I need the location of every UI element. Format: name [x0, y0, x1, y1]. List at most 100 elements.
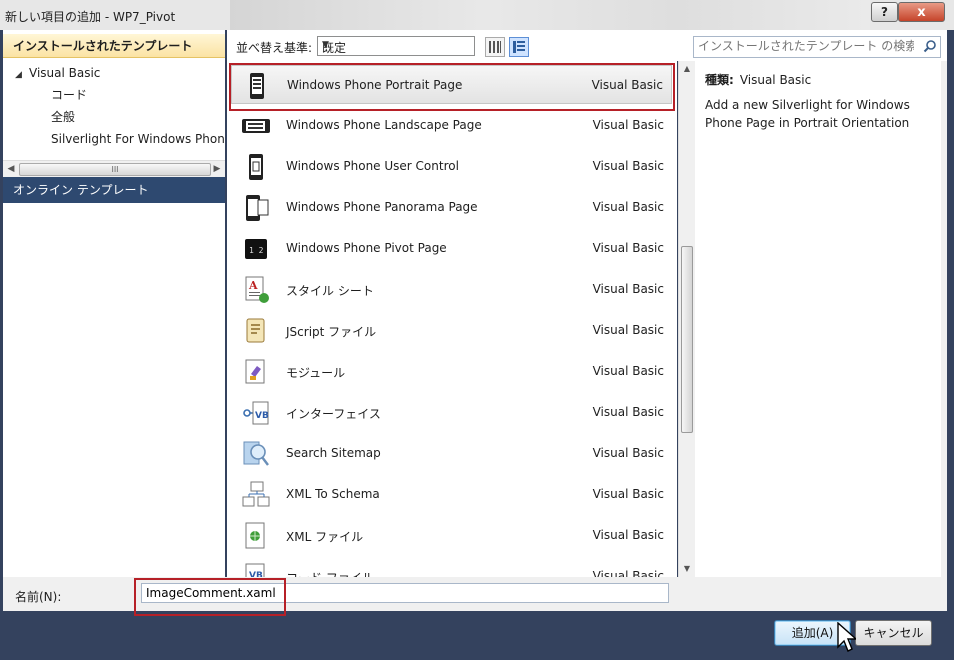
xml-to-schema-icon — [242, 481, 270, 507]
template-name: Windows Phone User Control — [286, 159, 459, 173]
template-row-xml-file[interactable]: XML ファイル Visual Basic — [231, 516, 672, 555]
template-search-box[interactable] — [693, 36, 941, 58]
module-icon — [245, 359, 265, 384]
template-kind: 種類: Visual Basic — [705, 71, 811, 88]
template-name: XML To Schema — [286, 487, 380, 501]
template-language: Visual Basic — [592, 405, 664, 419]
template-details-pane: 種類: Visual Basic Add a new Silverlight fo… — [695, 61, 941, 577]
code-file-icon: VB — [245, 563, 265, 577]
template-language: Visual Basic — [592, 487, 664, 501]
phone-portrait-icon — [250, 73, 264, 99]
template-toolbar: 並べ替え基準: 既定 ▼ — [227, 30, 947, 61]
template-name: コード ファイル — [286, 569, 374, 577]
scroll-left-icon[interactable]: ◀ — [3, 161, 19, 177]
template-language: Visual Basic — [592, 323, 664, 337]
template-language: Visual Basic — [592, 159, 664, 173]
tree-item-silverlight-phone[interactable]: Silverlight For Windows Phone — [3, 128, 225, 150]
scroll-right-icon[interactable]: ▶ — [209, 161, 225, 177]
name-input[interactable] — [141, 583, 669, 603]
online-templates-header[interactable]: オンライン テンプレート — [3, 177, 225, 203]
phone-user-control-icon — [249, 154, 263, 180]
template-language: Visual Basic — [592, 528, 664, 542]
template-name: JScript ファイル — [286, 325, 377, 339]
template-row-code-file[interactable]: VB コード ファイル Visual Basic — [231, 557, 672, 577]
template-row-panorama-page[interactable]: Windows Phone Panorama Page Visual Basic — [231, 188, 672, 227]
scroll-up-icon[interactable]: ▲ — [679, 61, 695, 77]
sort-label: 並べ替え基準: — [236, 41, 313, 55]
category-tree: ◢ Visual Basic コード 全般 Silverlight For Win… — [3, 62, 225, 150]
template-row-module[interactable]: モジュール Visual Basic — [231, 352, 672, 391]
scroll-down-icon[interactable]: ▼ — [679, 561, 695, 577]
window-title: 新しい項目の追加 - WP7_Pivot — [5, 10, 176, 24]
template-row-stylesheet[interactable]: A スタイル シート Visual Basic — [231, 270, 672, 309]
list-view-button[interactable] — [509, 37, 529, 57]
template-name: モジュール — [286, 366, 346, 380]
svg-text:A: A — [248, 279, 258, 292]
svg-text:VB: VB — [255, 411, 269, 421]
online-templates-area — [3, 203, 225, 577]
template-name: Windows Phone Landscape Page — [286, 118, 482, 132]
grid-view-icon — [489, 41, 501, 53]
template-language: Visual Basic — [592, 241, 664, 255]
collapse-arrow-icon[interactable]: ◢ — [15, 64, 29, 84]
title-bar[interactable]: 新しい項目の追加 - WP7_Pivot ? x — [0, 0, 954, 30]
template-row-user-control[interactable]: Windows Phone User Control Visual Basic — [231, 147, 672, 186]
tree-item-code[interactable]: コード — [3, 84, 225, 106]
tree-item-visual-basic[interactable]: ◢ Visual Basic — [3, 62, 225, 84]
template-name: スタイル シート — [286, 284, 374, 298]
search-sitemap-icon — [243, 441, 269, 466]
phone-panorama-icon — [246, 195, 269, 221]
dialog-body: インストールされたテンプレート ◢ Visual Basic コード 全般 Sil… — [3, 30, 947, 652]
help-button[interactable]: ? — [871, 2, 898, 22]
name-bar: 名前(N): — [3, 577, 947, 611]
category-horizontal-scrollbar[interactable]: ◀ III ▶ — [3, 160, 225, 178]
search-icon[interactable] — [923, 39, 937, 53]
template-name: インターフェイス — [286, 407, 381, 421]
template-language: Visual Basic — [592, 364, 664, 378]
template-language: Visual Basic — [592, 282, 664, 296]
template-language: Visual Basic — [592, 200, 664, 214]
cancel-button[interactable]: キャンセル — [855, 620, 932, 646]
template-name: Search Sitemap — [286, 446, 381, 460]
template-name: XML ファイル — [286, 530, 364, 544]
mouse-cursor-icon — [837, 622, 856, 652]
chevron-down-icon: ▼ — [322, 40, 329, 50]
stylesheet-icon: A — [245, 276, 269, 303]
xml-file-icon — [245, 522, 265, 549]
interface-icon: VB — [243, 401, 269, 425]
template-row-pivot-page[interactable]: 1 2 Windows Phone Pivot Page Visual Basi… — [231, 229, 672, 268]
details-scrollbar[interactable] — [941, 61, 947, 577]
template-language: Visual Basic — [592, 569, 664, 577]
sort-dropdown[interactable]: 既定 ▼ — [317, 36, 475, 56]
template-search-input[interactable] — [698, 38, 914, 54]
scroll-thumb[interactable]: III — [19, 163, 211, 176]
template-row-search-sitemap[interactable]: Search Sitemap Visual Basic — [231, 434, 672, 473]
template-row-portrait-page[interactable]: Windows Phone Portrait Page Visual Basic — [231, 65, 672, 104]
close-button[interactable]: x — [898, 2, 945, 22]
template-row-xml-to-schema[interactable]: XML To Schema Visual Basic — [231, 475, 672, 514]
scroll-thumb[interactable] — [681, 246, 693, 433]
template-language: Visual Basic — [591, 78, 663, 92]
template-category-pane: インストールされたテンプレート ◢ Visual Basic コード 全般 Sil… — [3, 30, 225, 577]
template-list-scrollbar[interactable]: ▲ ▼ — [678, 61, 695, 577]
title-bar-background — [230, 0, 870, 30]
svg-text:1 2: 1 2 — [249, 246, 264, 255]
template-language: Visual Basic — [592, 118, 664, 132]
medium-icons-view-button[interactable] — [485, 37, 505, 57]
template-list: Windows Phone Portrait Page Visual Basic… — [227, 61, 677, 577]
installed-templates-header[interactable]: インストールされたテンプレート — [3, 34, 225, 58]
template-row-interface[interactable]: VB インターフェイス Visual Basic — [231, 393, 672, 432]
name-label: 名前(N): — [15, 590, 62, 604]
phone-pivot-icon: 1 2 — [245, 239, 267, 259]
tree-item-general[interactable]: 全般 — [3, 106, 225, 128]
add-new-item-dialog: 新しい項目の追加 - WP7_Pivot ? x インストールされたテンプレート… — [0, 0, 954, 660]
template-row-landscape-page[interactable]: Windows Phone Landscape Page Visual Basi… — [231, 106, 672, 145]
kind-label: 種類: — [705, 73, 734, 87]
button-bar: 追加(A) キャンセル — [3, 611, 947, 652]
template-name: Windows Phone Panorama Page — [286, 200, 478, 214]
phone-landscape-icon — [242, 119, 270, 133]
tree-item-label: Visual Basic — [29, 66, 101, 80]
template-name: Windows Phone Pivot Page — [286, 241, 447, 255]
template-row-jscript-file[interactable]: JScript ファイル Visual Basic — [231, 311, 672, 350]
template-name: Windows Phone Portrait Page — [287, 78, 463, 92]
